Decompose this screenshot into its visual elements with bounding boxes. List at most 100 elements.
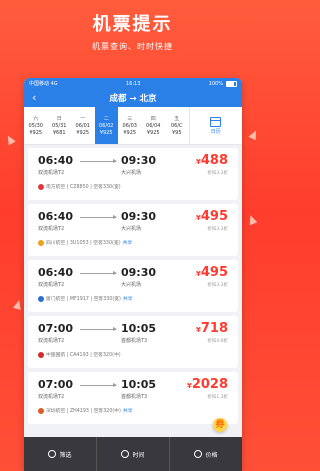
arrival-time: 09:30 — [121, 154, 157, 167]
phone-screen: 中国移动 4G 16:13 100% ‹ 成都 → 北京 六 05/30 ¥925 日… — [24, 78, 242, 471]
confetti-decoration — [4, 133, 16, 146]
airline-logo-icon — [38, 351, 44, 358]
flight-price: ¥495 — [195, 209, 228, 224]
calendar-label: 日历 — [210, 128, 221, 135]
date-cell-weekday: 四 — [150, 116, 156, 122]
arrow-right-icon — [80, 271, 117, 275]
airline-info-text: 深圳航空 | ZH4193 | 空客320(中) — [46, 409, 121, 414]
calendar-icon — [210, 116, 222, 127]
time-sort-button[interactable]: 时间 — [96, 437, 170, 471]
date-cell-weekday: 六 — [33, 116, 39, 122]
arrival-airport: 大兴机场 — [121, 170, 142, 176]
airline-info-text: 中国国航 | CA4193 | 空客320(中) — [46, 353, 121, 358]
arrival-airport: 首都机场T3 — [121, 394, 148, 400]
departure-time: 06:40 — [38, 154, 74, 167]
arrival-airport: 首都机场T3 — [121, 338, 148, 344]
airline-logo-icon — [38, 295, 44, 302]
date-cell-price: ¥95 — [171, 130, 182, 136]
date-cell-weekday: 三 — [127, 116, 133, 122]
date-cell[interactable]: 六 05/30 ¥925 — [24, 107, 48, 144]
date-cell-date: 05/31 — [52, 123, 67, 129]
departure-time: 06:40 — [38, 266, 74, 279]
confetti-decoration — [12, 299, 24, 310]
departure-airport: 双流机场T2 — [38, 170, 65, 176]
departure-airport: 双流机场T2 — [38, 226, 65, 232]
share-tag: 共享 — [122, 297, 133, 302]
filter-icon — [48, 450, 57, 458]
flight-price: ¥495 — [195, 265, 228, 280]
flight-info: 厦门航空 | MF1917 | 空客330(宽) 共享 — [38, 295, 133, 302]
arrival-time: 10:05 — [121, 378, 157, 391]
clock-icon — [121, 450, 130, 458]
share-tag: 共享 — [122, 241, 133, 246]
date-cell[interactable]: 一 06/01 ¥925 — [71, 107, 95, 144]
flight-card[interactable]: 07:00 10:05 双流机场T2 首都机场T3 ¥718 折扣4.6折 中国国航 | C… — [28, 316, 238, 368]
discount-text: 折扣1.3折 — [207, 395, 228, 400]
flight-price: ¥2028 — [186, 377, 228, 392]
date-cell-price: ¥925 — [99, 130, 113, 136]
arrow-right-icon — [80, 215, 117, 219]
airline-info-text: 南方航空 | CZ8850 | 空客330(宽) — [46, 185, 121, 190]
departure-airport: 双流机场T2 — [38, 338, 65, 344]
date-cell-price: ¥925 — [76, 130, 90, 136]
date-cell-price: ¥925 — [146, 130, 160, 136]
route-title: 成都 → 北京 — [109, 94, 157, 104]
date-cell-date: 05/30 — [28, 123, 43, 129]
date-cell[interactable]: 四 06/04 ¥925 — [142, 107, 166, 144]
date-cell[interactable]: 二 06/02 ¥925 — [94, 107, 118, 144]
departure-time: 07:00 — [38, 378, 74, 391]
discount-text: 折扣3.2折 — [207, 171, 228, 176]
date-cell[interactable]: 日 05/31 ¥681 — [48, 107, 72, 144]
flight-info: 四川航空 | 3U1053 | 空客330(宽) 共享 — [38, 239, 132, 246]
airline-logo-icon — [38, 407, 44, 414]
flight-info: 南方航空 | CZ8850 | 空客330(宽) — [38, 183, 123, 190]
nav-bar: ‹ 成都 → 北京 — [24, 89, 242, 107]
filter-button[interactable]: 筛选 — [24, 437, 96, 471]
arrow-right-icon — [80, 159, 117, 163]
departure-airport: 双流机场T2 — [38, 394, 65, 400]
flight-card[interactable]: 06:40 09:30 双流机场T2 大兴机场 ¥495 折扣3.2折 厦门航空 | MF1… — [28, 260, 238, 312]
coupon-button[interactable]: 券 — [213, 418, 227, 432]
date-cell-date: 06/C — [170, 123, 183, 129]
airline-logo-icon — [38, 239, 44, 246]
share-tag: 共享 — [122, 409, 133, 414]
status-time: 16:13 — [125, 80, 141, 87]
date-strip: 六 05/30 ¥925 日 05/31 ¥681 一 06/01 ¥925 二 06/02 ¥925… — [24, 107, 242, 145]
calendar-button[interactable]: 日历 — [188, 107, 243, 144]
promo-title: 机票提示 — [92, 14, 173, 35]
status-bar: 中国移动 4G 16:13 100% — [24, 78, 242, 89]
arrival-time: 09:30 — [121, 210, 157, 223]
bottom-toolbar: 筛选 时间 价格 — [24, 437, 242, 471]
price-sort-button[interactable]: 价格 — [170, 437, 242, 471]
date-cell-price: ¥681 — [52, 130, 66, 136]
flight-price: ¥718 — [195, 321, 228, 336]
date-cell-weekday: 日 — [56, 116, 62, 122]
airline-logo-icon — [38, 183, 44, 190]
departure-time: 06:40 — [38, 210, 74, 223]
flight-card[interactable]: 07:00 10:05 双流机场T2 首都机场T3 ¥2028 折扣1.3折深圳航空 | … — [28, 372, 238, 424]
flight-card[interactable]: 06:40 09:30 双流机场T2 大兴机场 ¥495 折扣3.2折 四川航空 | 3U1… — [28, 204, 238, 256]
airline-info-text: 厦门航空 | MF1917 | 空客330(宽) — [46, 297, 121, 302]
chevron-left-icon[interactable]: ‹ — [32, 91, 36, 105]
arrow-right-icon — [80, 327, 117, 331]
date-cell[interactable]: 五 06/C ¥95 — [165, 107, 189, 144]
promo-subtitle: 机票查询、时时快捷 — [92, 42, 173, 51]
confetti-decoration — [248, 128, 260, 141]
date-cell-price: ¥925 — [29, 130, 43, 136]
flight-card[interactable]: 06:40 09:30 双流机场T2 大兴机场 ¥488 折扣3.2折 南方航空 | CZ8… — [28, 148, 238, 200]
airline-info-text: 四川航空 | 3U1053 | 空客330(宽) — [46, 241, 121, 246]
date-cell-weekday: 一 — [80, 116, 86, 122]
arrival-time: 09:30 — [121, 266, 157, 279]
date-cell-price: ¥925 — [123, 130, 137, 136]
arrival-airport: 大兴机场 — [121, 226, 142, 232]
date-cell-weekday: 二 — [103, 116, 109, 122]
arrival-time: 10:05 — [121, 322, 157, 335]
departure-airport: 双流机场T2 — [38, 282, 65, 288]
date-cell-date: 06/03 — [122, 123, 137, 129]
date-cell[interactable]: 三 06/03 ¥925 — [118, 107, 142, 144]
discount-text: 折扣4.6折 — [207, 339, 228, 344]
arrival-airport: 大兴机场 — [121, 282, 142, 288]
date-cell-date: 06/01 — [75, 123, 90, 129]
date-cell-weekday: 五 — [174, 116, 180, 122]
flight-info: 深圳航空 | ZH4193 | 空客320(中) 共享 — [38, 407, 133, 414]
